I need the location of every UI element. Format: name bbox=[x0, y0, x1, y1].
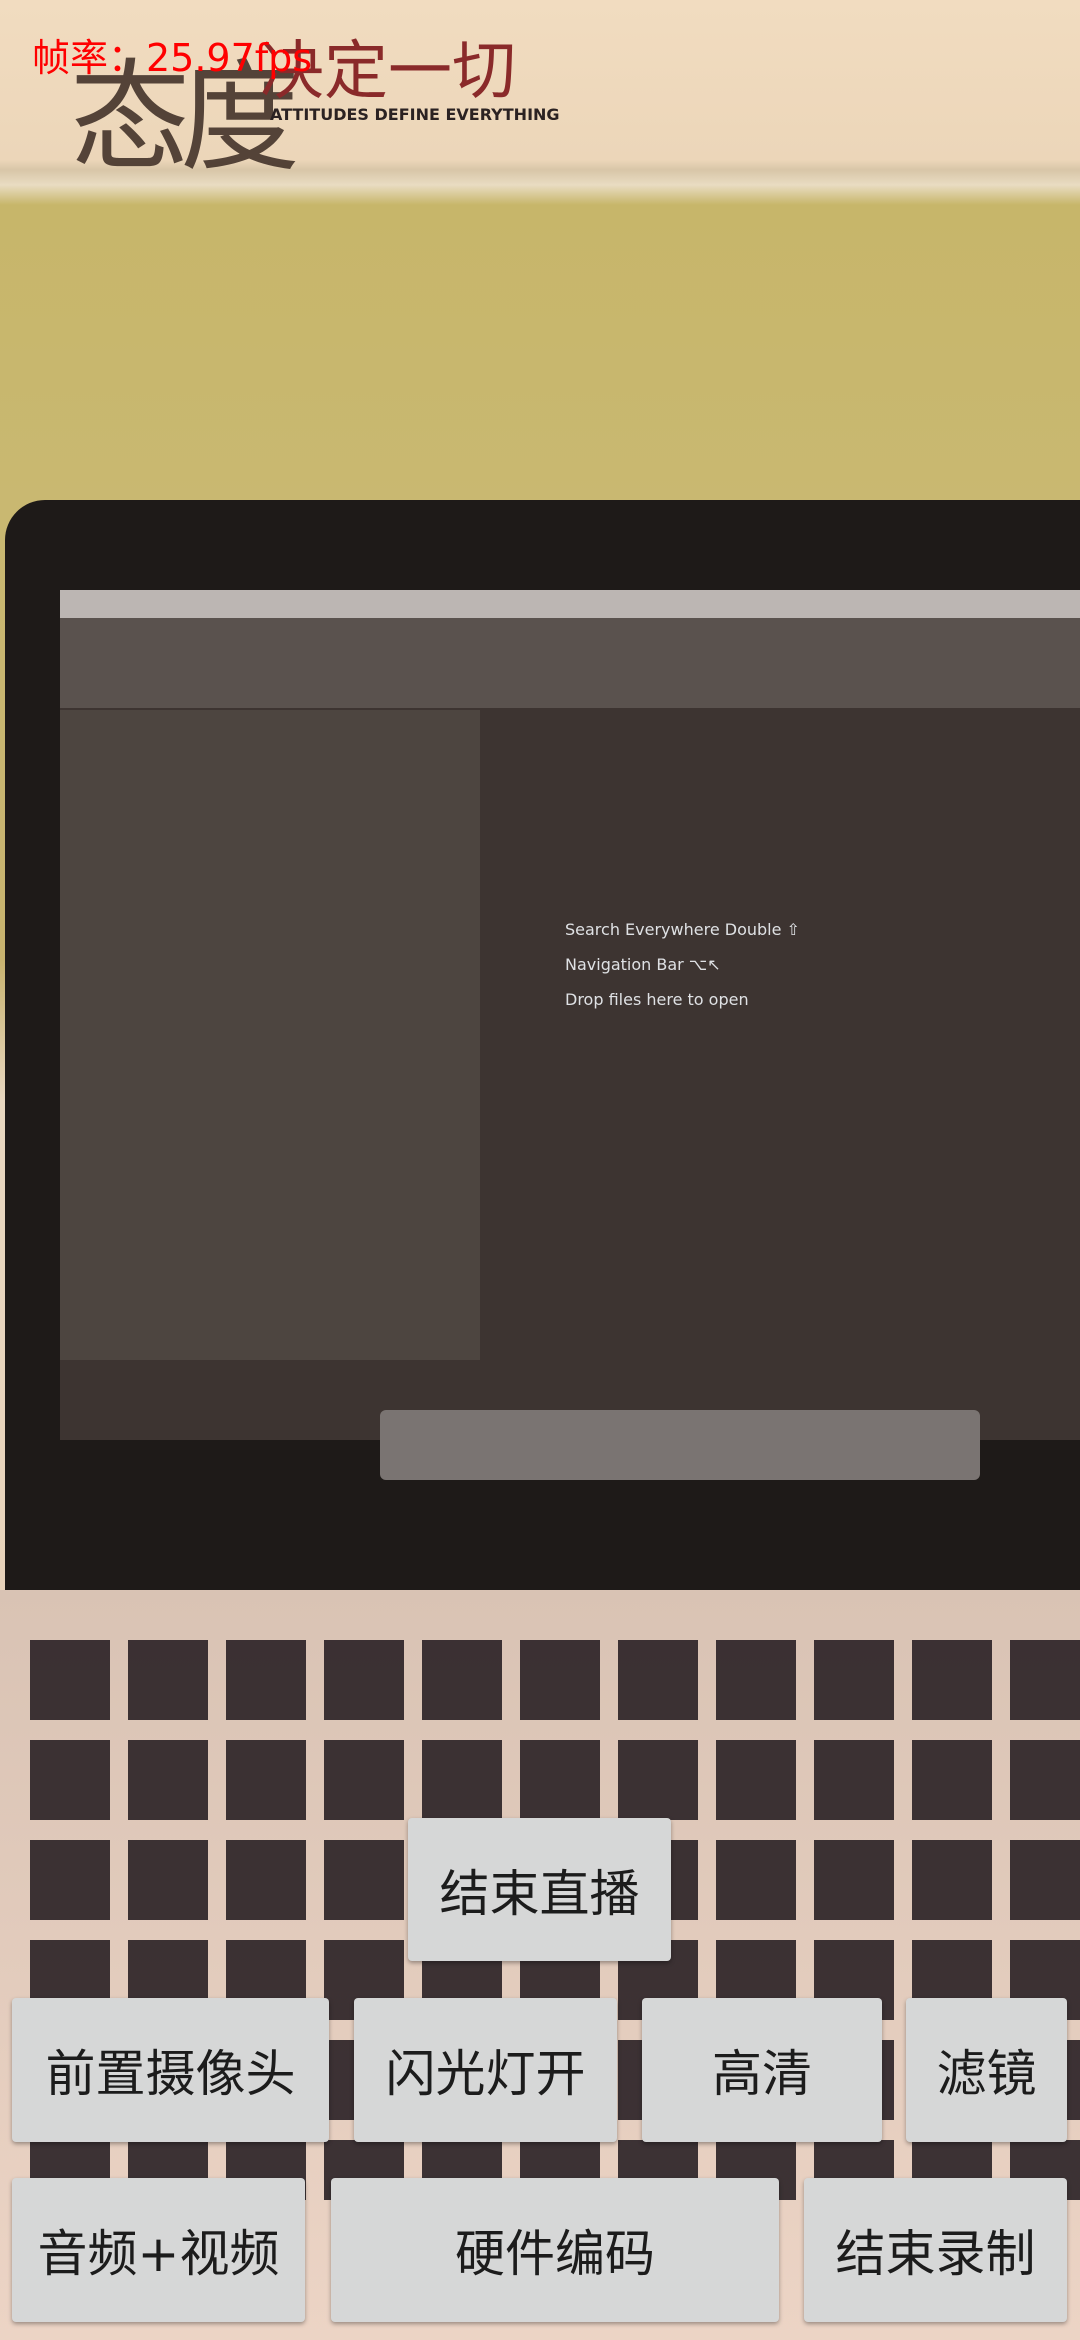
end-record-button[interactable]: 结束录制 bbox=[804, 2178, 1067, 2322]
fps-label: 帧率：25.97fps bbox=[32, 36, 313, 80]
screen-hint: Drop files here to open bbox=[565, 990, 749, 1009]
ide-toolbar bbox=[60, 618, 1080, 708]
flash-toggle-button[interactable]: 闪光灯开 bbox=[354, 1998, 617, 2142]
project-tree bbox=[60, 710, 480, 1360]
screen-hint: Navigation Bar ⌥↖ bbox=[565, 955, 721, 974]
end-live-button[interactable]: 结束直播 bbox=[408, 1818, 671, 1961]
audio-video-button[interactable]: 音频+视频 bbox=[12, 2178, 305, 2322]
dock bbox=[380, 1410, 980, 1480]
resolution-button[interactable]: 高清 bbox=[642, 1998, 882, 2142]
filter-button[interactable]: 滤镜 bbox=[906, 1998, 1067, 2142]
laptop-screen: Search Everywhere Double ⇧ Navigation Ba… bbox=[60, 590, 1080, 1440]
camera-preview: 态度 决定一切 ATTITUDES DEFINE EVERYTHING Sear… bbox=[0, 0, 1080, 2340]
hardware-encode-button[interactable]: 硬件编码 bbox=[331, 2178, 779, 2322]
sign-subtitle: ATTITUDES DEFINE EVERYTHING bbox=[270, 105, 560, 124]
screen-hint: Search Everywhere Double ⇧ bbox=[565, 920, 800, 939]
menubar bbox=[60, 590, 1080, 618]
front-camera-button[interactable]: 前置摄像头 bbox=[12, 1998, 329, 2142]
